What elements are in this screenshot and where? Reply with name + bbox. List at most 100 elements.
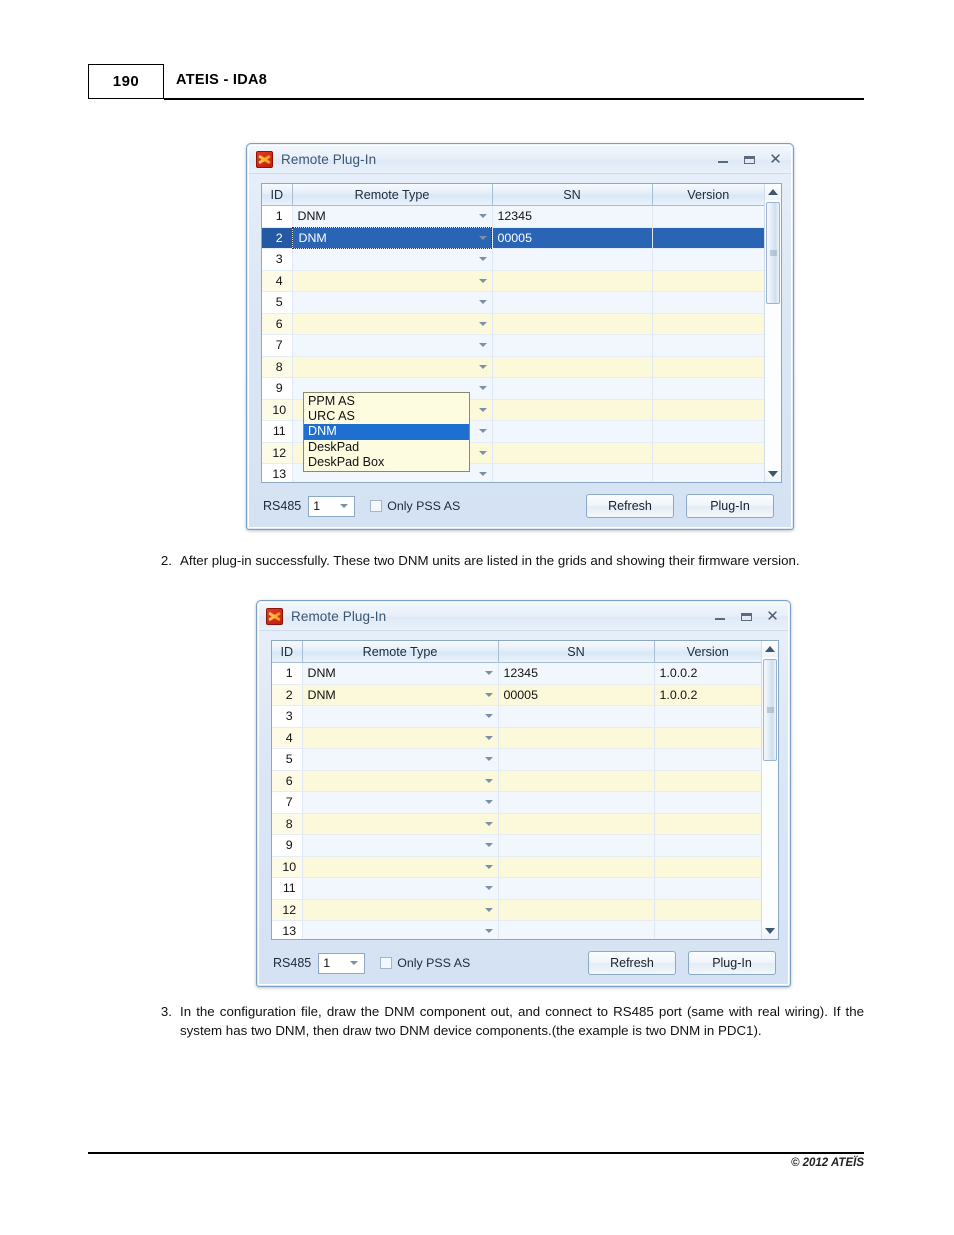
chevron-down-icon[interactable] [478, 300, 487, 305]
column-header-version[interactable]: Version [652, 184, 764, 206]
only-pss-as-checkbox[interactable]: Only PSS AS [380, 956, 470, 970]
version-cell[interactable] [652, 356, 764, 378]
row-id-cell[interactable]: 13 [262, 463, 293, 482]
remote-type-cell[interactable]: DNM [302, 684, 499, 706]
chevron-down-icon[interactable] [478, 429, 487, 434]
table-row[interactable]: 9 [272, 834, 761, 857]
row-id-cell[interactable]: 3 [272, 705, 303, 728]
version-cell[interactable]: 1.0.0.2 [654, 662, 761, 685]
remote-type-cell[interactable]: DNM [302, 662, 499, 685]
row-id-cell[interactable]: 5 [272, 748, 303, 771]
sn-cell[interactable] [492, 420, 653, 443]
sn-cell[interactable] [498, 791, 655, 814]
table-row[interactable]: 6 [272, 770, 761, 792]
row-id-cell[interactable]: 11 [262, 420, 293, 443]
table-row[interactable]: 12 [272, 899, 761, 921]
scroll-down-icon[interactable] [762, 923, 778, 939]
refresh-button[interactable]: Refresh [588, 951, 676, 975]
remote-type-cell[interactable] [302, 770, 499, 792]
dialog2-titlebar[interactable]: Remote Plug-In ✕ [259, 603, 788, 631]
column-header-version[interactable]: Version [654, 641, 761, 663]
chevron-down-icon[interactable] [484, 671, 493, 676]
chevron-down-icon[interactable] [484, 714, 493, 719]
column-header-remote-type[interactable]: Remote Type [292, 184, 493, 206]
row-id-cell[interactable]: 6 [272, 770, 303, 792]
table-row[interactable]: 7 [262, 334, 764, 357]
row-id-cell[interactable]: 12 [272, 899, 303, 921]
dialog2-window-buttons[interactable]: ✕ [714, 603, 779, 630]
chevron-down-icon[interactable] [478, 407, 487, 412]
plugin-button[interactable]: Plug-In [688, 951, 776, 975]
chevron-down-icon[interactable] [478, 235, 487, 240]
remote-plugin-dialog-1[interactable]: Remote Plug-In ✕ ID Remote Type SN Versi… [246, 143, 794, 530]
chevron-down-icon[interactable] [478, 343, 487, 348]
sn-cell[interactable] [498, 727, 655, 749]
table-row[interactable]: 11 [272, 877, 761, 900]
version-cell[interactable] [654, 899, 761, 921]
row-id-cell[interactable]: 2 [262, 227, 293, 249]
version-cell[interactable] [654, 813, 761, 835]
version-cell[interactable] [652, 313, 764, 335]
sn-cell[interactable] [498, 813, 655, 835]
sn-cell[interactable] [498, 770, 655, 792]
dropdown-option-4[interactable]: DeskPad Box [304, 455, 469, 470]
maximize-icon[interactable] [743, 153, 756, 166]
version-cell[interactable] [652, 291, 764, 314]
version-cell[interactable] [654, 856, 761, 878]
sn-cell[interactable] [492, 399, 653, 421]
remote-type-cell[interactable] [292, 313, 493, 335]
sn-cell[interactable] [492, 356, 653, 378]
table-row[interactable]: 4 [272, 727, 761, 749]
remote-type-cell[interactable] [292, 356, 493, 378]
version-cell[interactable] [654, 920, 761, 939]
row-id-cell[interactable]: 8 [272, 813, 303, 835]
sn-cell[interactable] [492, 463, 653, 482]
version-cell[interactable] [654, 727, 761, 749]
version-cell[interactable] [654, 834, 761, 857]
remote-plugin-dialog-2[interactable]: Remote Plug-In ✕ ID Remote Type SN Versi… [256, 600, 791, 987]
version-cell[interactable] [652, 334, 764, 357]
dropdown-option-2[interactable]: DNM [304, 424, 469, 440]
table-row[interactable]: 6 [262, 313, 764, 335]
rs485-select[interactable]: 1 [308, 495, 356, 517]
row-id-cell[interactable]: 11 [272, 877, 303, 900]
column-header-sn[interactable]: SN [498, 641, 655, 663]
table-row[interactable]: 3 [262, 248, 764, 271]
chevron-down-icon[interactable] [478, 257, 487, 262]
sn-cell[interactable] [492, 248, 653, 271]
chevron-down-icon[interactable] [484, 864, 493, 869]
chevron-down-icon[interactable] [484, 929, 493, 934]
version-cell[interactable] [654, 791, 761, 814]
table-row[interactable]: 3 [272, 705, 761, 728]
chevron-down-icon[interactable] [478, 450, 487, 455]
remote-type-cell[interactable] [302, 920, 499, 939]
chevron-down-icon[interactable] [484, 692, 493, 697]
dialog2-grid[interactable]: ID Remote Type SN Version 1 DNM 12345 1.0.0… [271, 640, 779, 940]
chevron-down-icon[interactable] [478, 386, 487, 391]
table-row[interactable]: 1 DNM 12345 1.0.0.2 [272, 662, 761, 685]
rs485-select[interactable]: 1 [318, 952, 366, 974]
table-row[interactable]: 4 [262, 270, 764, 292]
row-id-cell[interactable]: 4 [262, 270, 293, 292]
remote-type-cell[interactable] [292, 248, 493, 271]
chevron-down-icon[interactable] [478, 278, 487, 283]
version-cell[interactable] [654, 877, 761, 900]
sn-cell[interactable] [492, 270, 653, 292]
chevron-down-icon[interactable] [478, 472, 487, 477]
dialog2-remote-table[interactable]: ID Remote Type SN Version 1 DNM 12345 1.0.0… [272, 641, 761, 939]
chevron-down-icon[interactable] [478, 214, 487, 219]
table-row[interactable]: 5 [262, 291, 764, 314]
remote-type-cell[interactable] [292, 270, 493, 292]
scroll-up-icon[interactable] [762, 641, 778, 657]
sn-cell[interactable]: 12345 [492, 205, 653, 228]
table-row[interactable]: 2 DNM 00005 [262, 227, 764, 249]
sn-cell[interactable] [498, 856, 655, 878]
version-cell[interactable] [652, 227, 764, 249]
sn-cell[interactable] [498, 920, 655, 939]
remote-type-cell[interactable] [302, 748, 499, 771]
remote-type-cell[interactable] [292, 334, 493, 357]
table-row[interactable]: 5 [272, 748, 761, 771]
version-cell[interactable] [652, 248, 764, 271]
chevron-down-icon[interactable] [484, 735, 493, 740]
column-header-id[interactable]: ID [262, 184, 293, 206]
